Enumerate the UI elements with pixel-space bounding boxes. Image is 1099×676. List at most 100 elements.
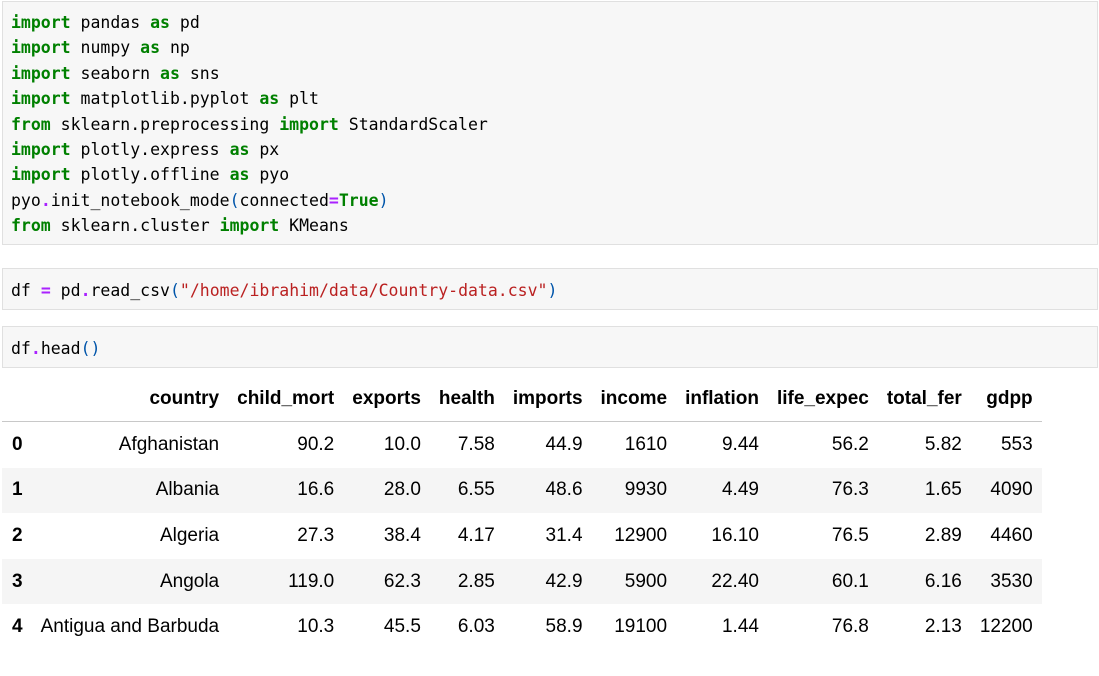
table-cell: 5.82 <box>924 433 962 455</box>
operator-token: = <box>40 281 51 300</box>
table-cell: 16.10 <box>711 524 759 546</box>
table-cell: 76.8 <box>831 616 869 638</box>
code-token: pandas <box>70 13 151 32</box>
code-editor[interactable]: df = pd.read_csv("/home/ibrahim/data/Cou… <box>3 269 1097 303</box>
keyword-token: import <box>11 140 71 160</box>
table-cell: Algeria <box>159 524 220 546</box>
code-token: pd <box>50 281 81 300</box>
code-token: KMeans <box>279 216 349 236</box>
code-token: sns <box>179 63 220 83</box>
row-index: 3 <box>12 570 23 592</box>
table-cell: 44.9 <box>545 433 583 455</box>
table-cell: 76.5 <box>831 524 869 546</box>
code-token: seaborn <box>70 63 161 83</box>
table-cell: 12900 <box>614 524 668 546</box>
table-cell: 7.58 <box>457 433 495 455</box>
code-token: df <box>11 339 31 358</box>
column-header: exports <box>343 377 430 422</box>
code-token: sklearn.cluster <box>50 216 220 236</box>
keyword-token: as <box>150 13 170 32</box>
table-cell: 27.3 <box>297 524 335 546</box>
keyword-token: import <box>11 89 71 109</box>
table-cell: 58.9 <box>545 616 583 638</box>
code-token: connected <box>239 190 329 210</box>
column-header: country <box>31 377 229 422</box>
table-row: 0 Afghanistan 90.2 10.0 7.58 44.9 1610 9.44 56.2… <box>2 422 1042 468</box>
table-cell: 22.40 <box>711 570 759 592</box>
table-cell: 119.0 <box>288 570 335 592</box>
operator-token: = <box>328 190 339 210</box>
table-cell: 38.4 <box>383 524 421 546</box>
table-cell: 553 <box>1000 433 1033 455</box>
table-cell: 5900 <box>624 570 668 592</box>
keyword-token: import <box>11 63 71 83</box>
code-token: init_notebook_mode <box>50 190 230 210</box>
code-token: plt <box>279 89 319 109</box>
code-cell-head[interactable]: df.head() <box>2 326 1098 368</box>
table-cell: 45.5 <box>383 616 421 638</box>
table-cell: 10.0 <box>383 433 421 455</box>
table-cell: 56.2 <box>831 433 869 455</box>
code-token: read_csv <box>90 281 170 300</box>
column-header: health <box>429 377 504 422</box>
keyword-token: from <box>11 216 51 236</box>
keyword-token: import <box>11 165 71 185</box>
code-token: head <box>40 339 81 358</box>
index-header <box>2 377 32 422</box>
code-token: numpy <box>70 38 141 58</box>
table-cell: 4.49 <box>721 479 759 501</box>
code-token: np <box>160 38 190 58</box>
column-header: imports <box>503 377 592 422</box>
column-header: total_fer <box>877 377 971 422</box>
code-token: pyo <box>11 190 41 210</box>
bracket-token: ) <box>547 281 558 300</box>
table-cell: 2.89 <box>924 524 962 546</box>
keyword-token: from <box>11 114 51 134</box>
table-cell: 42.9 <box>545 570 583 592</box>
bracket-token: () <box>80 339 101 358</box>
table-cell: 6.55 <box>457 479 495 501</box>
keyword-token: import <box>219 216 280 236</box>
table-cell: 16.6 <box>297 479 335 501</box>
table-cell: 1.44 <box>721 616 759 638</box>
keyword-token: True <box>338 190 379 210</box>
table-row: 4 Antigua and Barbuda 10.3 45.5 6.03 58.9 1910… <box>2 604 1042 650</box>
table-cell: 4.17 <box>457 524 495 546</box>
table-cell: 9930 <box>624 479 668 501</box>
table-cell: Afghanistan <box>118 433 220 455</box>
table-cell: 6.16 <box>924 570 962 592</box>
keyword-token: as <box>259 89 280 109</box>
column-header: child_mort <box>228 377 344 422</box>
table-cell: 28.0 <box>383 479 421 501</box>
keyword-token: as <box>229 140 250 160</box>
table-cell: 3530 <box>990 570 1033 592</box>
code-token: pd <box>169 13 200 32</box>
table-cell: 62.3 <box>383 570 421 592</box>
keyword-token: as <box>140 38 161 58</box>
dataframe-output: country child_mort exports health import… <box>2 377 1042 650</box>
code-cell-read-csv[interactable]: df = pd.read_csv("/home/ibrahim/data/Cou… <box>2 268 1098 310</box>
table-cell: 48.6 <box>545 479 583 501</box>
column-header: gdpp <box>970 377 1042 422</box>
operator-token: . <box>80 281 91 300</box>
table-row: 1 Albania 16.6 28.0 6.55 48.6 9930 4.49 76.3 1.65… <box>2 467 1042 514</box>
table-cell: 2.13 <box>924 616 962 638</box>
keyword-token: import <box>279 114 339 134</box>
code-editor[interactable]: df.head() <box>3 327 1097 361</box>
table-cell: Antigua and Barbuda <box>40 616 220 638</box>
table-cell: Angola <box>159 570 220 592</box>
table-cell: 1.65 <box>924 479 962 501</box>
table-cell: 1610 <box>624 433 668 455</box>
row-index: 2 <box>12 524 23 546</box>
operator-token: . <box>30 339 41 358</box>
table-cell: 2.85 <box>457 570 495 592</box>
table-row: 2 Algeria 27.3 38.4 4.17 31.4 12900 16.10 76.5 2.… <box>2 513 1042 559</box>
header-row: country child_mort exports health import… <box>2 377 1042 422</box>
code-cell-imports[interactable]: import pandas as pd import numpy as np i… <box>2 1 1098 245</box>
bracket-token: ( <box>229 190 240 210</box>
table-cell: 60.1 <box>831 570 869 592</box>
table-cell: Albania <box>155 479 220 501</box>
keyword-token: as <box>160 63 180 83</box>
code-editor[interactable]: import pandas as pd import numpy as np i… <box>3 2 1097 239</box>
row-index: 1 <box>12 479 23 501</box>
